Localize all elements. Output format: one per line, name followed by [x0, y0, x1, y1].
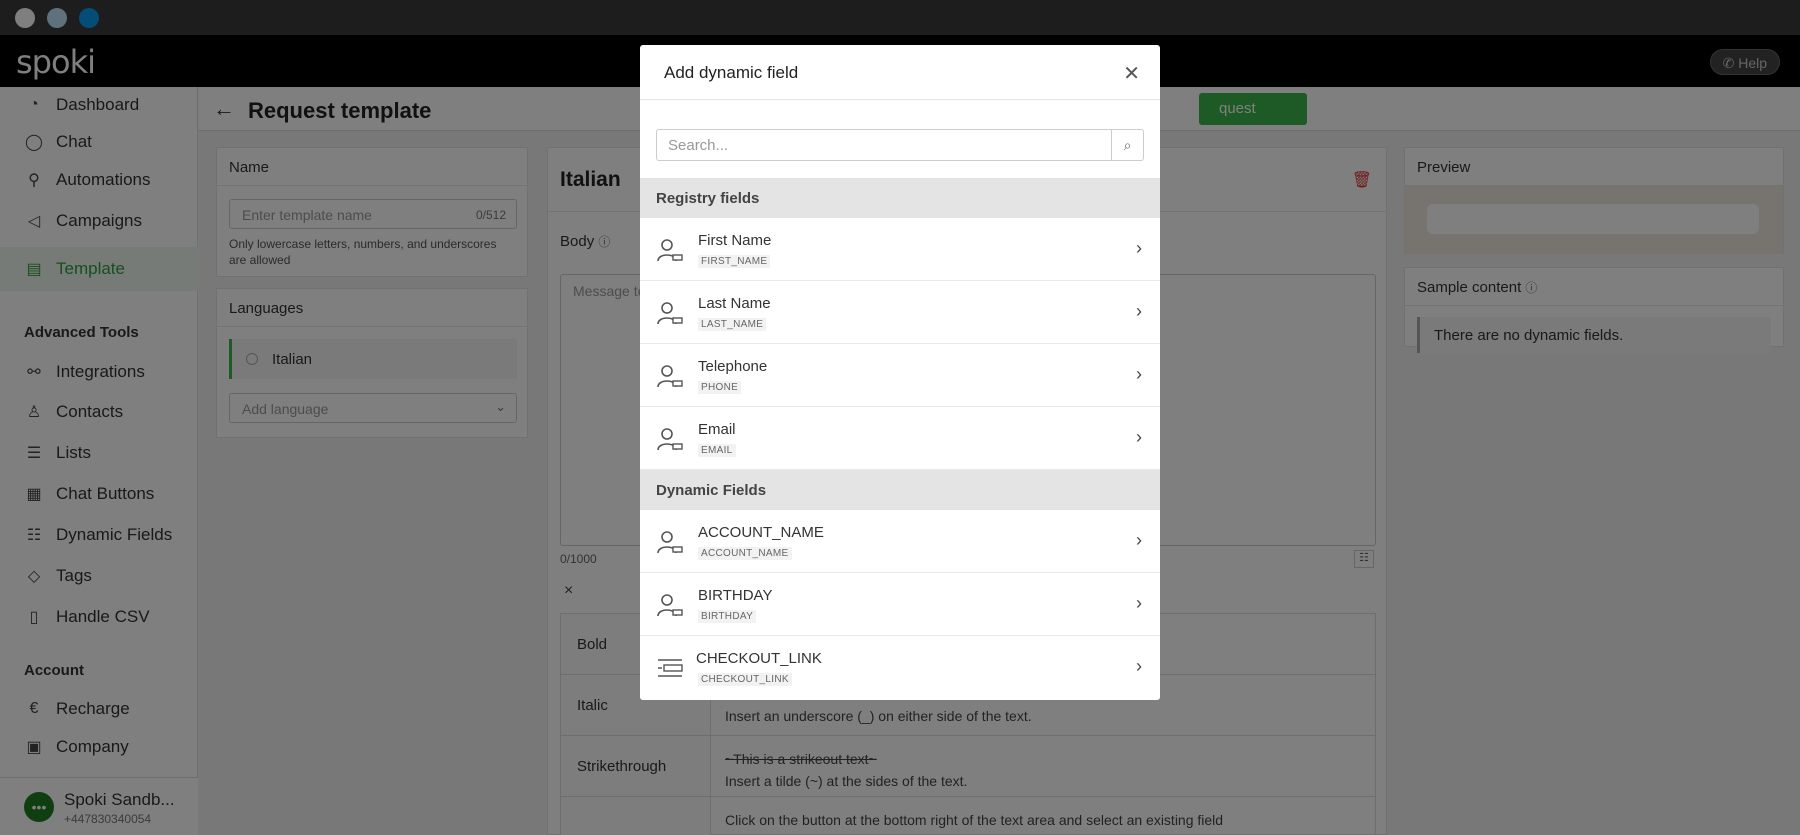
search-input[interactable]: Search... — [656, 129, 1112, 161]
field-key: EMAIL — [698, 444, 736, 457]
field-key: BIRTHDAY — [698, 610, 757, 623]
chevron-right-icon: › — [1136, 427, 1142, 447]
field-row-birthday[interactable]: BIRTHDAY BIRTHDAY › — [640, 573, 1160, 636]
field-row-first-name[interactable]: First Name FIRST_NAME › — [640, 218, 1160, 281]
field-name: ACCOUNT_NAME — [698, 524, 824, 541]
user-icon — [657, 531, 683, 554]
field-name: First Name — [698, 232, 772, 249]
field-key: CHECKOUT_LINK — [698, 673, 792, 686]
field-name: Email — [698, 421, 736, 438]
user-icon — [657, 239, 683, 262]
field-key: ACCOUNT_NAME — [698, 547, 792, 560]
field-name: BIRTHDAY — [698, 587, 773, 604]
field-row-last-name[interactable]: Last Name LAST_NAME › — [640, 281, 1160, 344]
search-button[interactable]: ⌕ — [1111, 129, 1144, 161]
modal-title: Add dynamic field — [664, 63, 799, 82]
field-key: LAST_NAME — [698, 318, 767, 331]
chevron-right-icon: › — [1136, 301, 1142, 321]
field-name: CHECKOUT_LINK — [696, 650, 822, 667]
field-name: Telephone — [698, 358, 768, 375]
list-fields-icon — [658, 659, 683, 677]
user-icon — [657, 302, 683, 325]
chevron-right-icon: › — [1136, 656, 1142, 676]
chevron-right-icon: › — [1136, 238, 1142, 258]
chevron-right-icon: › — [1136, 530, 1142, 550]
search-box: Search... ⌕ — [656, 129, 1144, 161]
field-row-email[interactable]: Email EMAIL › — [640, 407, 1160, 470]
user-icon — [657, 594, 683, 617]
field-key: PHONE — [698, 381, 742, 394]
search-placeholder: Search... — [668, 137, 729, 154]
chevron-right-icon: › — [1136, 364, 1142, 384]
registry-fields-heading: Registry fields — [640, 178, 1160, 218]
modal-header: Add dynamic field ✕ — [640, 45, 1160, 100]
field-key: FIRST_NAME — [698, 255, 771, 268]
user-icon — [657, 365, 683, 388]
dynamic-fields-heading: Dynamic Fields — [640, 470, 1160, 510]
field-row-account-name[interactable]: ACCOUNT_NAME ACCOUNT_NAME › — [640, 510, 1160, 573]
user-icon — [657, 428, 683, 451]
close-icon[interactable]: ✕ — [1123, 61, 1140, 86]
search-icon: ⌕ — [1123, 137, 1132, 153]
add-dynamic-field-modal: Add dynamic field ✕ Search... ⌕ Registry… — [640, 45, 1160, 700]
field-row-telephone[interactable]: Telephone PHONE › — [640, 344, 1160, 407]
field-row-checkout-link[interactable]: CHECKOUT_LINK CHECKOUT_LINK › — [640, 636, 1160, 699]
chevron-right-icon: › — [1136, 593, 1142, 613]
field-name: Last Name — [698, 295, 771, 312]
